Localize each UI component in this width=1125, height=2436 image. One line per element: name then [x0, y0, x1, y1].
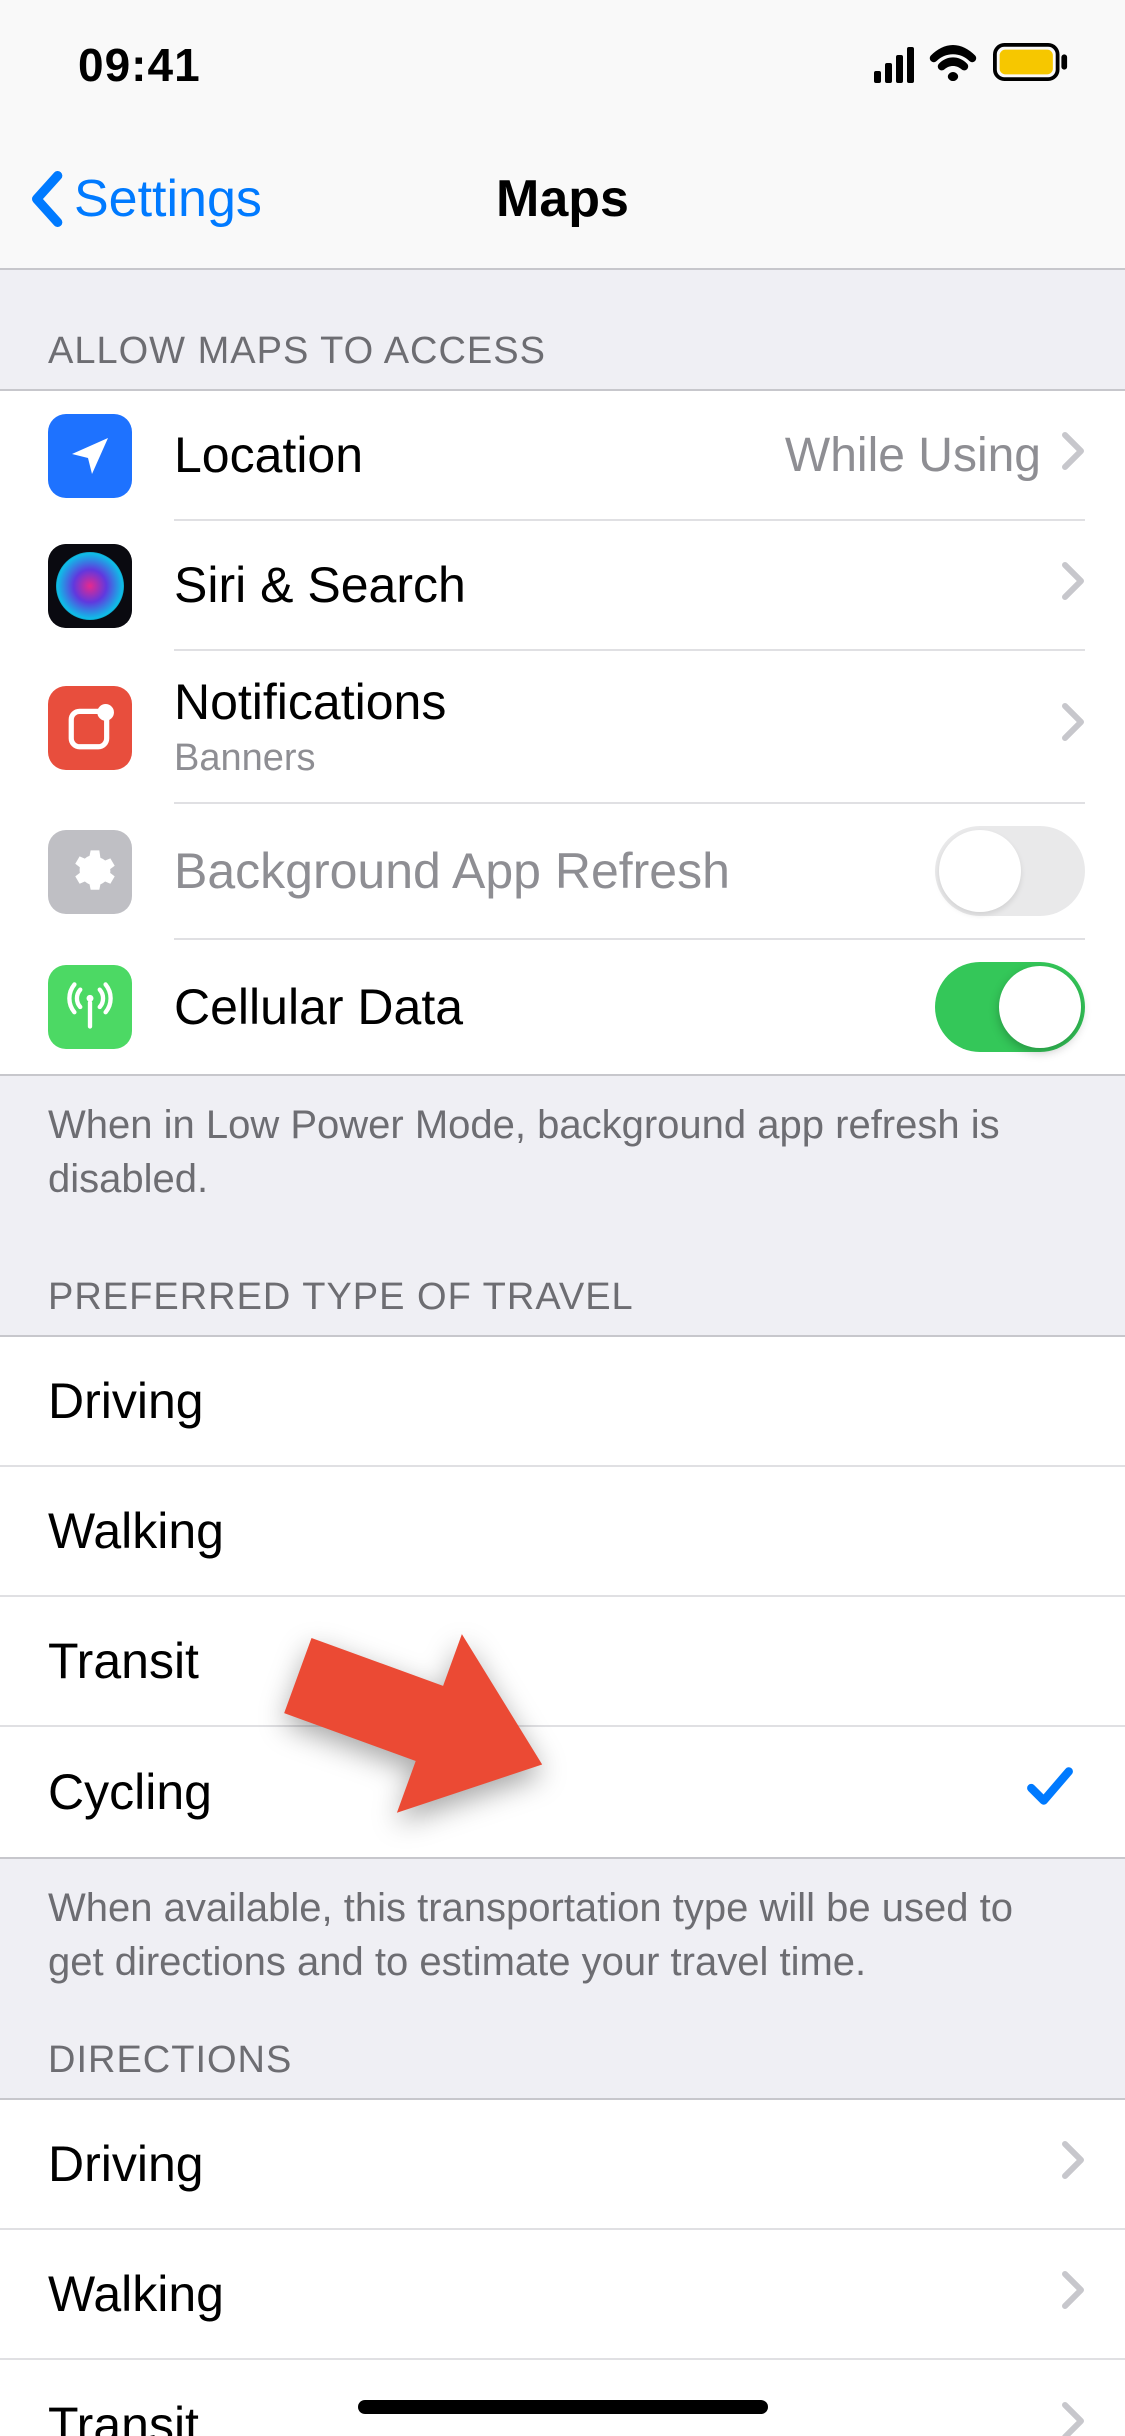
row-siri-search[interactable]: Siri & Search [0, 521, 1125, 651]
chevron-right-icon [1061, 428, 1085, 483]
chevron-left-icon [28, 171, 64, 227]
chevron-right-icon [1061, 2398, 1085, 2436]
row-location[interactable]: Location While Using [0, 391, 1125, 521]
chevron-right-icon [1061, 699, 1085, 754]
chevron-right-icon [1061, 2267, 1085, 2322]
list-access: Location While Using Siri & [0, 389, 1125, 1076]
list-directions: Driving Walking Transit [0, 2098, 1125, 2436]
section-header-directions: DIRECTIONS [0, 1999, 1125, 2098]
row-label: Siri & Search [174, 556, 1061, 614]
back-label: Settings [74, 169, 262, 229]
home-indicator[interactable] [358, 2400, 768, 2414]
chevron-right-icon [1061, 2137, 1085, 2192]
row-label: Cellular Data [174, 978, 935, 1036]
row-detail: While Using [785, 428, 1041, 483]
option-cycling[interactable]: Cycling [0, 1727, 1125, 1857]
antenna-icon [48, 965, 132, 1049]
gear-icon [48, 830, 132, 914]
page-title: Maps [496, 169, 629, 229]
row-label: Notifications [174, 673, 1061, 731]
list-travel: Driving Walking Transit Cycling [0, 1335, 1125, 1859]
option-walking[interactable]: Walking [0, 1467, 1125, 1597]
option-label: Driving [48, 1372, 1085, 1430]
section-header-access: ALLOW MAPS TO ACCESS [0, 270, 1125, 389]
row-label: Walking [48, 2265, 1061, 2323]
row-directions-walking[interactable]: Walking [0, 2230, 1125, 2360]
siri-icon [48, 544, 132, 628]
section-footer-travel: When available, this transportation type… [0, 1859, 1125, 1999]
row-background-app-refresh: Background App Refresh [0, 804, 1125, 940]
checkmark-icon [1025, 1763, 1075, 1821]
wifi-icon [929, 38, 977, 93]
toggle-background-app-refresh [935, 826, 1085, 916]
row-cellular-data[interactable]: Cellular Data [0, 940, 1125, 1074]
status-bar: 09:41 [0, 0, 1125, 130]
option-label: Cycling [48, 1763, 1025, 1821]
row-subtitle: Banners [174, 737, 1061, 780]
section-header-travel: PREFERRED TYPE OF TRAVEL [0, 1216, 1125, 1335]
location-arrow-icon [48, 414, 132, 498]
status-time: 09:41 [78, 38, 201, 92]
option-driving[interactable]: Driving [0, 1337, 1125, 1467]
notifications-icon [48, 686, 132, 770]
chevron-right-icon [1061, 558, 1085, 613]
row-label: Location [174, 426, 785, 484]
option-label: Walking [48, 1502, 1085, 1560]
row-notifications[interactable]: Notifications Banners [0, 651, 1125, 804]
back-button[interactable]: Settings [28, 169, 262, 229]
option-transit[interactable]: Transit [0, 1597, 1125, 1727]
nav-bar: Settings Maps [0, 130, 1125, 270]
cellular-signal-icon [874, 47, 914, 83]
row-label: Driving [48, 2135, 1061, 2193]
battery-icon [992, 38, 1070, 93]
option-label: Transit [48, 1632, 1085, 1690]
row-directions-driving[interactable]: Driving [0, 2100, 1125, 2230]
row-directions-transit[interactable]: Transit [0, 2360, 1125, 2436]
section-footer-access: When in Low Power Mode, background app r… [0, 1076, 1125, 1216]
toggle-cellular-data[interactable] [935, 962, 1085, 1052]
row-label: Background App Refresh [174, 842, 935, 900]
